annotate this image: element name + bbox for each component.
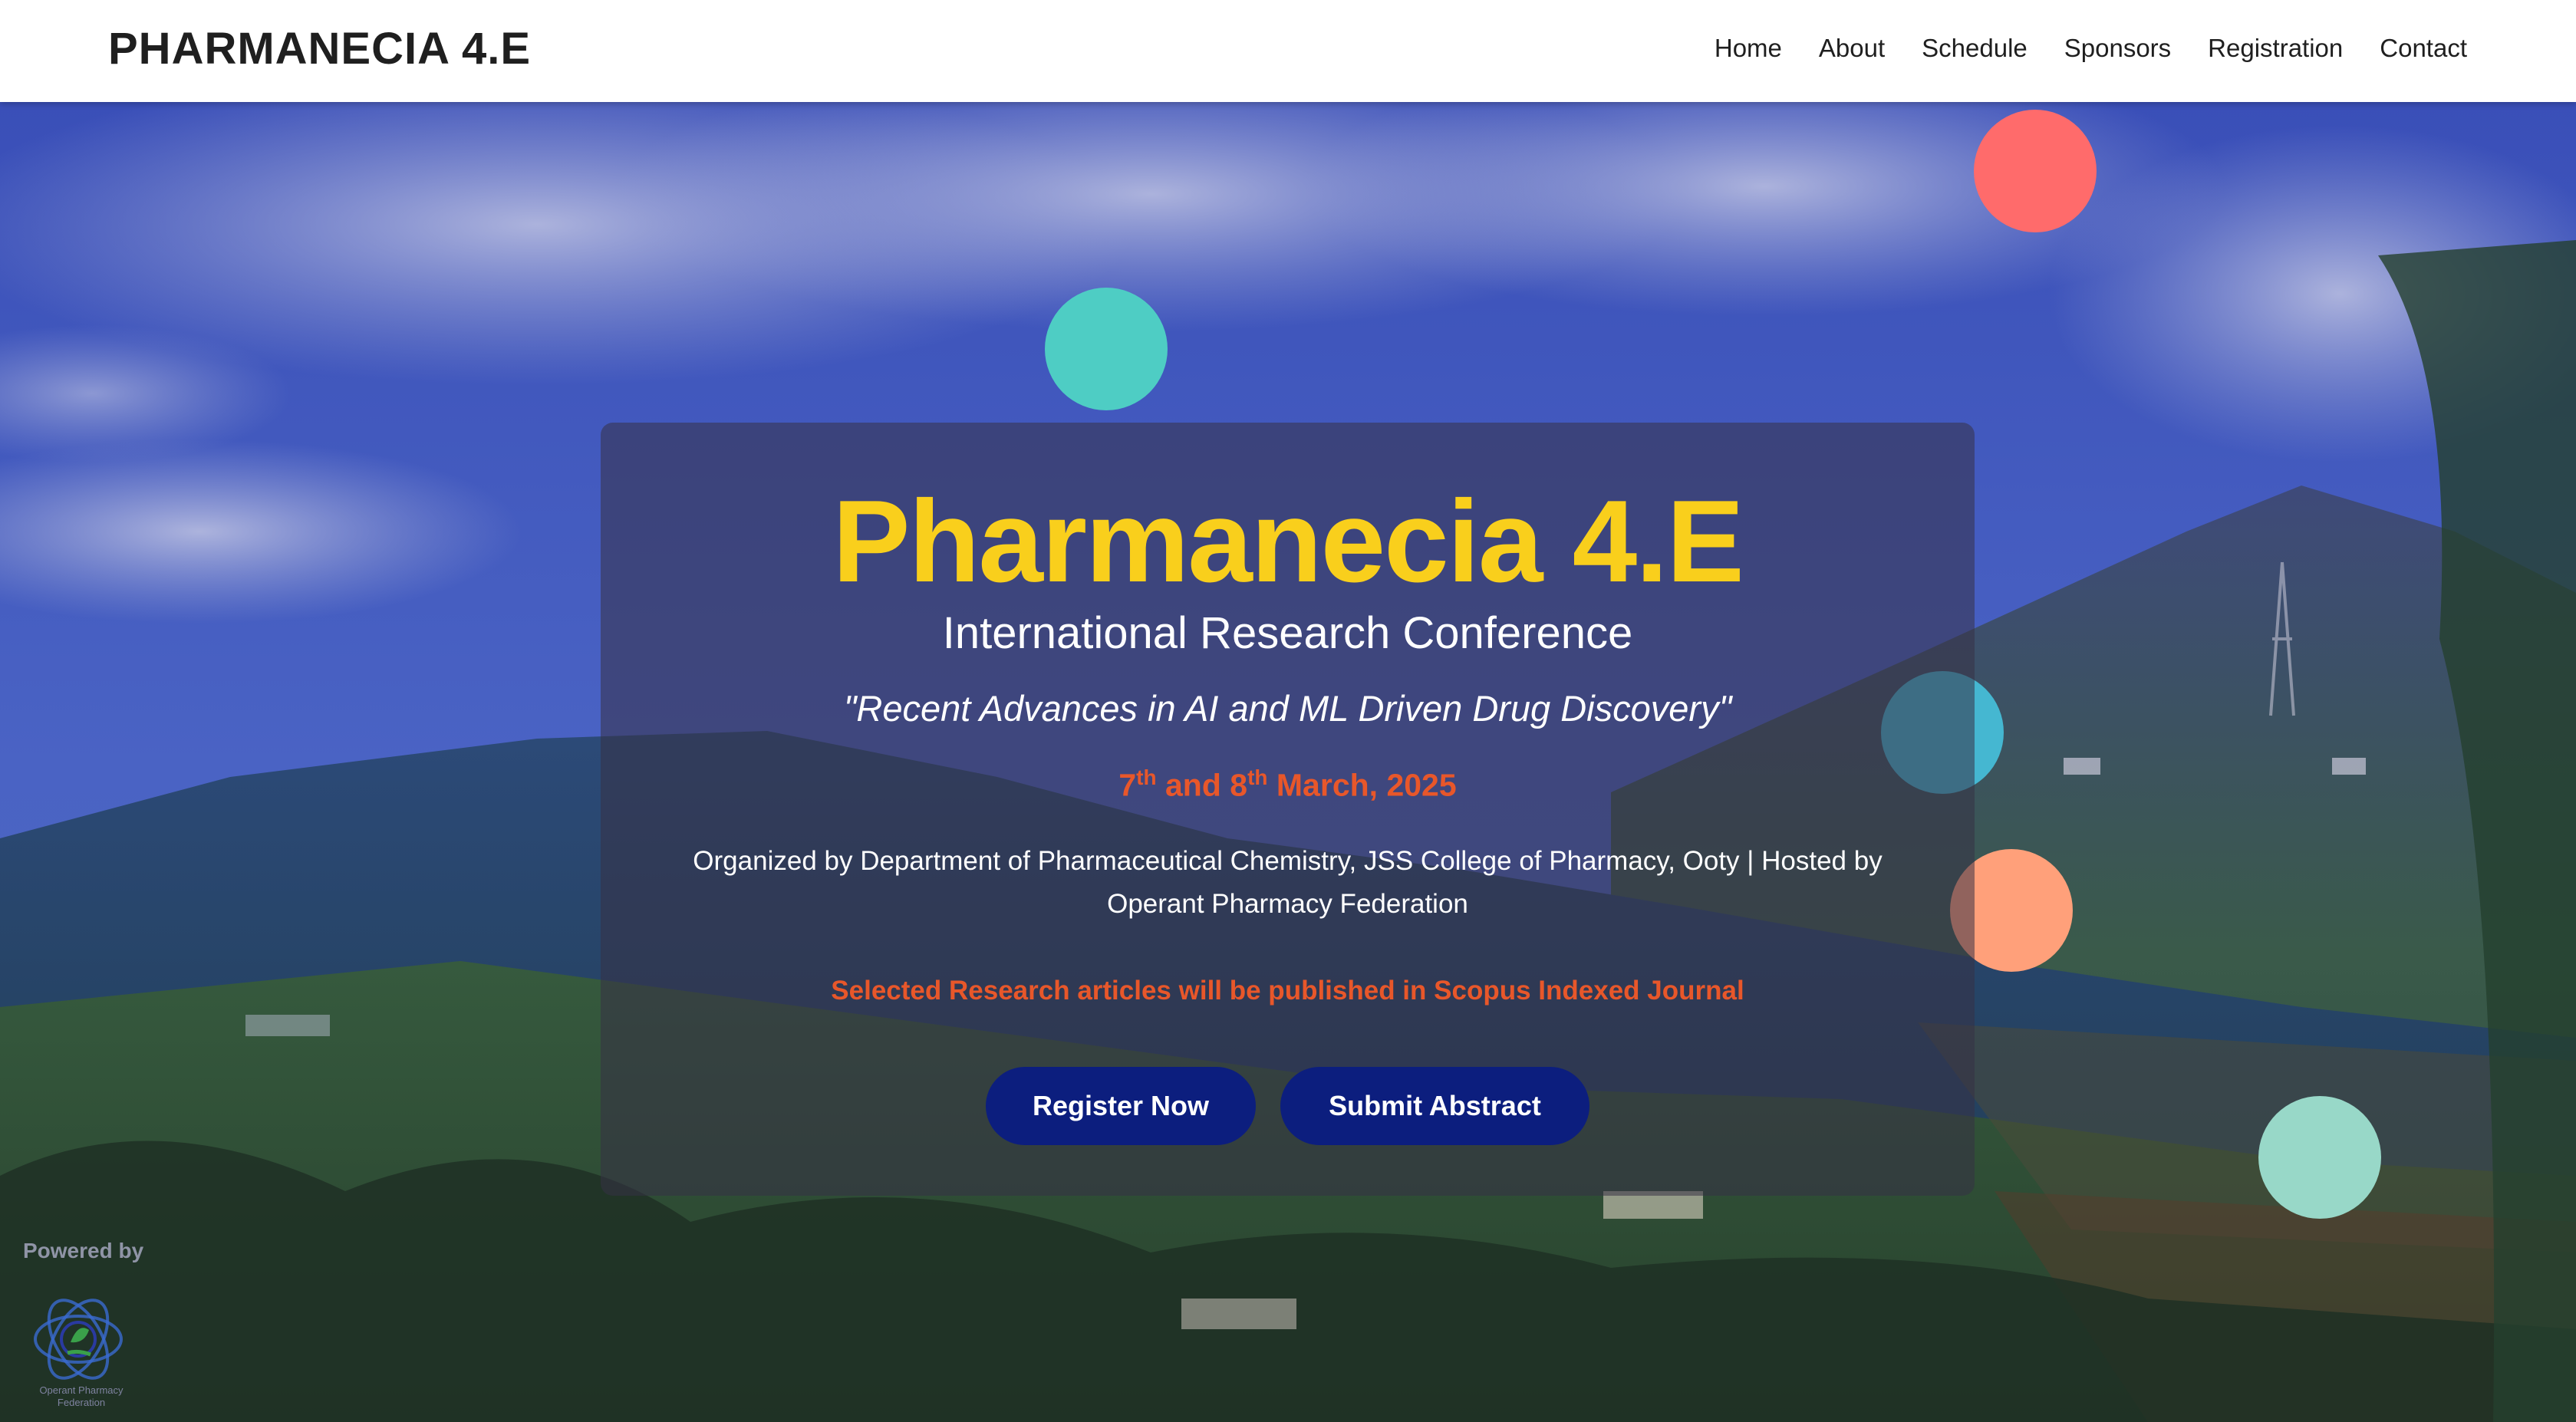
decor-bubble-mint bbox=[2258, 1096, 2381, 1219]
powered-by-label: Powered by bbox=[23, 1239, 144, 1262]
date-connector: and bbox=[1156, 767, 1230, 803]
nav-sponsors[interactable]: Sponsors bbox=[2064, 34, 2171, 63]
scopus-note: Selected Research articles will be publi… bbox=[831, 976, 1744, 1006]
conference-theme: "Recent Advances in AI and ML Driven Dru… bbox=[843, 688, 1732, 729]
date-day2: 8 bbox=[1230, 767, 1248, 803]
date-day2-suffix: th bbox=[1247, 765, 1268, 789]
decor-bubble-teal bbox=[1045, 288, 1168, 410]
brand-logo-text[interactable]: PHARMANECIA 4.E bbox=[108, 23, 531, 74]
top-navbar: PHARMANECIA 4.E Home About Schedule Spon… bbox=[0, 0, 2576, 102]
hero-actions: Register Now Submit Abstract bbox=[601, 1067, 1975, 1145]
hero-content-card: Pharmanecia 4.E International Research C… bbox=[601, 423, 1975, 1196]
date-rest: March, 2025 bbox=[1267, 767, 1457, 803]
organizer-info: Organized by Department of Pharmaceutica… bbox=[693, 846, 1883, 919]
powered-logo-text: Operant Pharmacy Federation bbox=[39, 1384, 124, 1408]
conference-subtitle: International Research Conference bbox=[942, 608, 1633, 658]
nav-links: Home About Schedule Sponsors Registratio… bbox=[1715, 34, 2467, 63]
register-now-button[interactable]: Register Now bbox=[986, 1067, 1256, 1145]
decor-bubble-red bbox=[1974, 110, 2097, 232]
date-day1-suffix: th bbox=[1136, 765, 1157, 789]
nav-schedule[interactable]: Schedule bbox=[1922, 34, 2028, 63]
nav-contact[interactable]: Contact bbox=[2380, 34, 2467, 63]
submit-abstract-button[interactable]: Submit Abstract bbox=[1280, 1067, 1589, 1145]
conference-title: Pharmanecia 4.E bbox=[832, 476, 1744, 607]
date-day1: 7 bbox=[1118, 767, 1137, 803]
conference-date: 7th and 8th March, 2025 bbox=[601, 765, 1975, 804]
nav-registration[interactable]: Registration bbox=[2208, 34, 2343, 63]
nav-about[interactable]: About bbox=[1819, 34, 1885, 63]
nav-home[interactable]: Home bbox=[1715, 34, 1782, 63]
